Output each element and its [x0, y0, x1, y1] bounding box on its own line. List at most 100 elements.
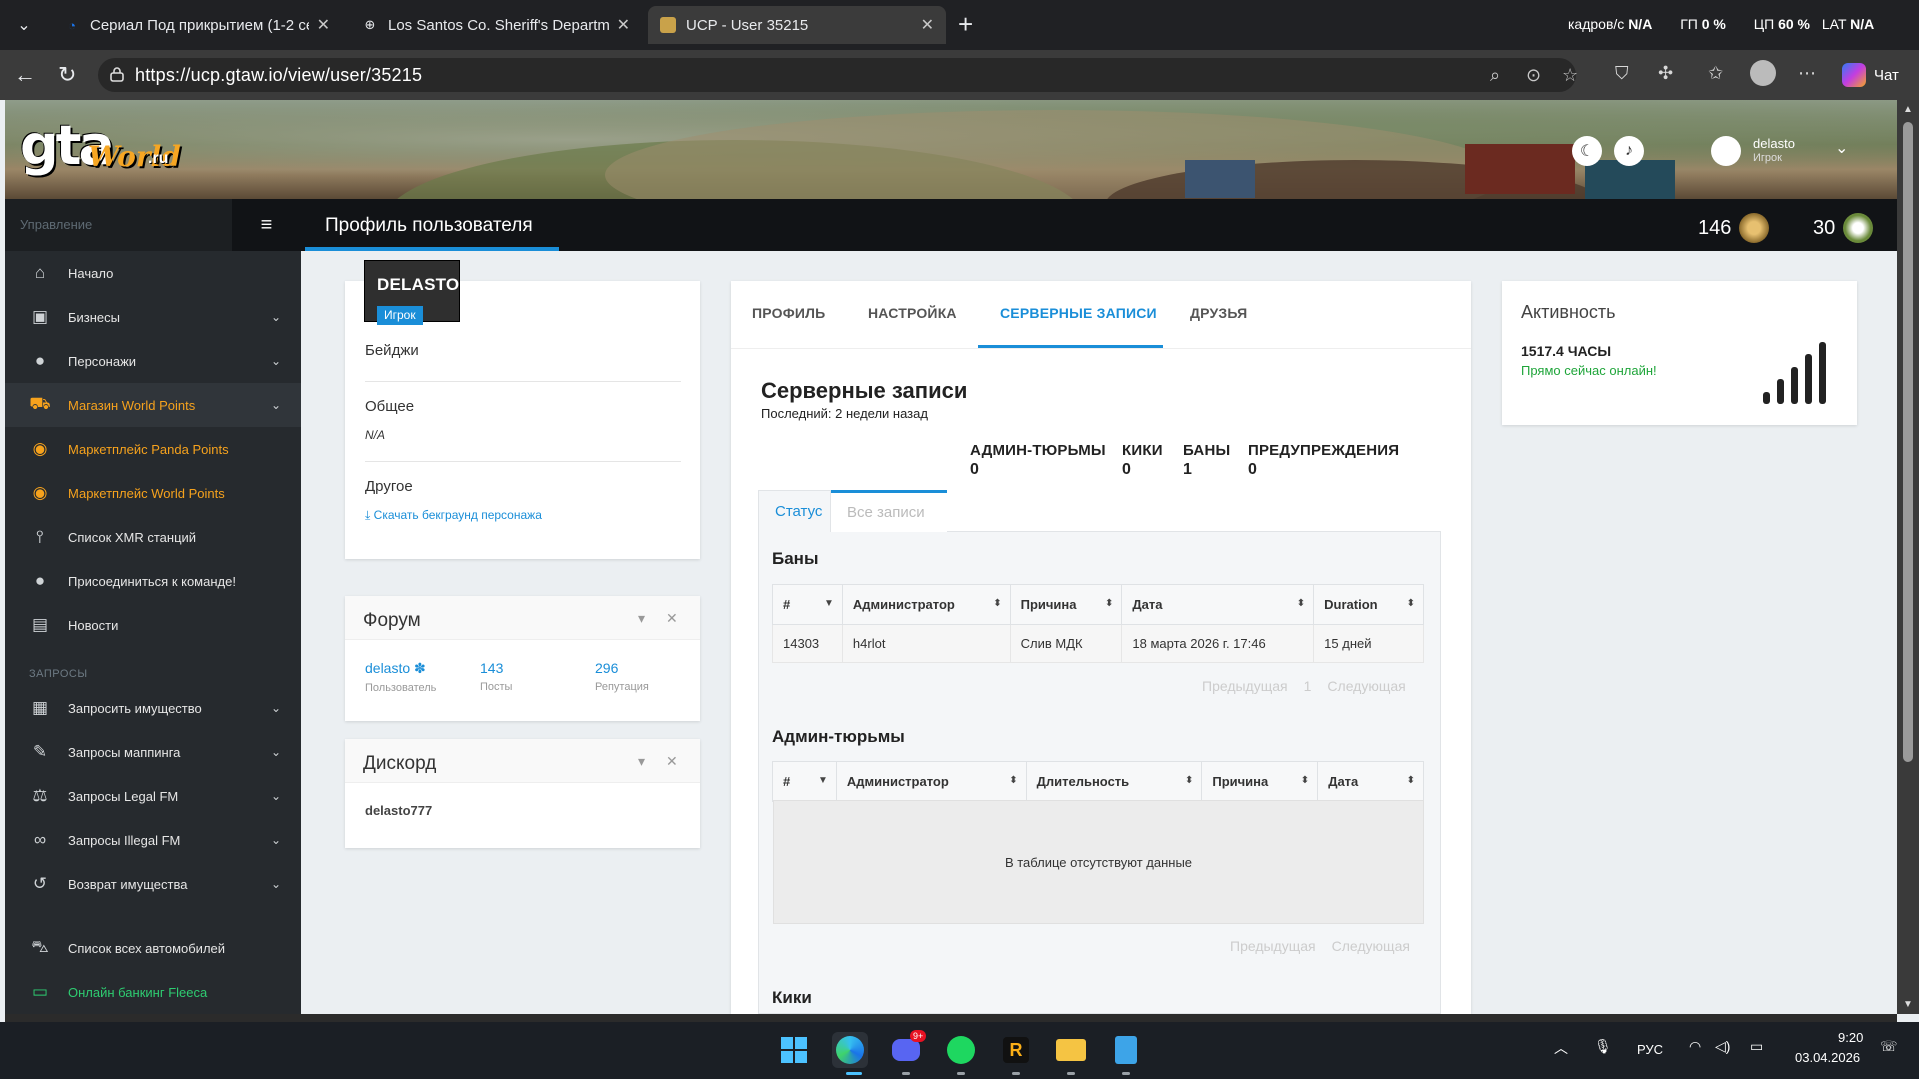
role-badge: Игрок — [377, 306, 423, 325]
clock-time[interactable]: 9:20 — [1838, 1030, 1863, 1045]
reload-button[interactable]: ↻ — [58, 62, 76, 88]
sidebar-item-refund[interactable]: ↺ Возврат имущества ⌄ — [5, 862, 301, 906]
sidebar-item-home[interactable]: ⌂ Начало — [5, 251, 301, 295]
profile-avatar-icon[interactable] — [1750, 60, 1776, 86]
battery-icon[interactable]: ▭ — [1750, 1038, 1763, 1055]
sort-icon: ⬍ — [1105, 598, 1114, 609]
tray-overflow-icon[interactable]: ︿ — [1554, 1038, 1568, 1058]
close-icon[interactable]: ✕ — [317, 15, 330, 35]
forum-user[interactable]: delasto ✽ Пользователь — [365, 660, 436, 694]
copilot-chat-button[interactable]: Чат — [1836, 60, 1909, 90]
browser-tab-sheriff[interactable]: ⊕ Los Santos Co. Sheriff's Department ✕ — [350, 6, 642, 44]
sidebar-item-businesses[interactable]: ▣ Бизнесы ⌄ — [5, 295, 301, 339]
bans-table: # ▼ Администратор ⬍ Причина ⬍ Дата ⬍ Duratio… — [772, 584, 1424, 663]
next-page-button[interactable]: Следующая — [1319, 674, 1413, 698]
scroll-up-icon[interactable]: ▲ — [1903, 104, 1913, 115]
microphone-icon[interactable]: 🎙 — [1594, 1038, 1612, 1055]
column-header-admin[interactable]: Администратор ⬍ — [835, 761, 1027, 802]
count-warnings: ПРЕДУПРЕЖДЕНИЯ 0 — [1248, 442, 1400, 478]
sidebar-item-illegal-fm[interactable]: ∞ Запросы Illegal FM ⌄ — [5, 818, 301, 862]
volume-icon[interactable]: ◁) — [1715, 1038, 1730, 1055]
column-header-reason[interactable]: Причина ⬍ — [1201, 761, 1319, 802]
prev-page-button[interactable]: Предыдущая — [1222, 934, 1324, 958]
tab-friends[interactable]: ДРУЗЬЯ — [1190, 305, 1247, 321]
notifications-button[interactable]: ♪ — [1614, 136, 1644, 166]
column-header-date[interactable]: Дата ⬍ — [1317, 761, 1424, 802]
new-tab-button[interactable]: + — [958, 10, 973, 38]
loading-favicon-icon: ◔ — [68, 17, 76, 33]
tab-server-records[interactable]: СЕРВЕРНЫЕ ЗАПИСИ — [1000, 305, 1157, 321]
edge-taskbar-button[interactable] — [832, 1032, 868, 1068]
vertical-scrollbar[interactable]: ▲ ▼ — [1897, 100, 1919, 1014]
subtab-all-records[interactable]: Все записи — [831, 490, 947, 532]
shield-icon[interactable]: ⛉ — [1615, 63, 1629, 84]
collapse-icon[interactable]: ▾ — [638, 753, 645, 770]
scrollbar-thumb[interactable] — [1903, 122, 1913, 762]
sidebar-item-join-team[interactable]: ● Присоединиться к команде! — [5, 559, 301, 603]
address-bar[interactable]: https://ucp.gtaw.io/view/user/35215 ⌕ ⊙ … — [98, 58, 1578, 92]
sidebar-item-vehicles[interactable]: ⛍ Список всех автомобилей — [5, 926, 301, 970]
dark-mode-toggle[interactable]: ☾ — [1572, 136, 1602, 166]
sidebar-item-request-property[interactable]: ▦ Запросить имущество ⌄ — [5, 686, 301, 730]
column-header-length[interactable]: Длительность ⬍ — [1025, 761, 1203, 802]
input-language[interactable]: РУС — [1637, 1042, 1663, 1057]
column-header-admin[interactable]: Администратор ⬍ — [841, 584, 1011, 625]
gta-world-logo[interactable]: gta World .ru — [20, 110, 181, 188]
prev-page-button[interactable]: Предыдущая — [1194, 674, 1296, 698]
browser-tab-serial[interactable]: ◔ Сериал Под прикрытием (1-2 сезон) ✕ — [52, 6, 342, 44]
sidebar-item-mapping[interactable]: ✎ Запросы маппинга ⌄ — [5, 730, 301, 774]
tab-settings[interactable]: НАСТРОЙКА — [868, 305, 957, 321]
records-title: Серверные записи — [761, 378, 968, 403]
close-icon[interactable]: ✕ — [666, 610, 678, 627]
wifi-icon[interactable]: ◠ — [1689, 1038, 1701, 1055]
back-button[interactable]: ← — [14, 62, 36, 88]
extensions-icon[interactable]: ✣ — [1658, 63, 1673, 84]
sidebar-item-wp-shop[interactable]: ⛟ Магазин World Points ⌄ — [5, 383, 301, 427]
rockstar-taskbar-button[interactable]: R — [998, 1032, 1034, 1068]
clock-date[interactable]: 03.04.2026 — [1795, 1050, 1860, 1065]
menu-dots-icon[interactable]: ⋯ — [1798, 63, 1816, 84]
running-indicator — [902, 1072, 910, 1075]
windows-logo-icon — [781, 1037, 807, 1063]
scroll-down-icon[interactable]: ▼ — [1903, 999, 1913, 1010]
next-page-button[interactable]: Следующая — [1324, 934, 1418, 958]
page-title: Профиль пользователя — [325, 215, 533, 236]
sidebar-item-wp-market[interactable]: ◉ Маркетплейс World Points — [5, 471, 301, 515]
sidebar-toggle-button[interactable]: ≡ — [232, 199, 301, 251]
sidebar-item-news[interactable]: ▤ Новости — [5, 603, 301, 647]
tab-profile[interactable]: ПРОФИЛЬ — [752, 305, 825, 321]
page-number[interactable]: 1 — [1296, 674, 1320, 698]
sidebar-item-characters[interactable]: ● Персонажи ⌄ — [5, 339, 301, 383]
start-button[interactable] — [776, 1032, 812, 1068]
column-header-date[interactable]: Дата ⬍ — [1121, 584, 1315, 625]
sidebar-item-legal-fm[interactable]: ⚖ Запросы Legal FM ⌄ — [5, 774, 301, 818]
download-background-link[interactable]: ⤓ Скачать бекграунд персонажа — [365, 508, 542, 523]
subtab-status[interactable]: Статус — [758, 490, 831, 532]
column-header-id[interactable]: # ▼ — [772, 761, 837, 802]
notepad-taskbar-button[interactable] — [1108, 1032, 1144, 1068]
close-icon[interactable]: ✕ — [921, 15, 934, 35]
discord-taskbar-button[interactable]: 9+ — [888, 1030, 927, 1068]
column-header-reason[interactable]: Причина ⬍ — [1009, 584, 1123, 625]
favorites-icon[interactable]: ✩ — [1708, 63, 1723, 84]
activity-hours: 1517.4 ЧАСЫ — [1521, 343, 1612, 359]
sidebar-item-fleeca[interactable]: ▭ Онлайн банкинг Fleeca — [5, 970, 301, 1014]
kicks-heading: Кики — [772, 988, 812, 1007]
spotify-taskbar-button[interactable] — [943, 1032, 979, 1068]
close-icon[interactable]: ✕ — [666, 753, 678, 770]
zoom-icon[interactable]: ⌕ — [1490, 65, 1500, 86]
sidebar-section-management: Управление — [20, 217, 93, 232]
close-icon[interactable]: ✕ — [617, 15, 630, 35]
star-icon[interactable]: ☆ — [1562, 65, 1578, 86]
collapse-icon[interactable]: ▾ — [638, 610, 645, 627]
explorer-taskbar-button[interactable] — [1053, 1032, 1089, 1068]
column-header-id[interactable]: # ▼ — [772, 584, 843, 625]
column-header-duration[interactable]: Duration ⬍ — [1313, 584, 1424, 625]
sidebar-item-xmr[interactable]: ⫯ Список XMR станций — [5, 515, 301, 559]
notification-center-icon[interactable]: ☏ — [1880, 1038, 1898, 1055]
tab-actions-menu[interactable]: ⌄ — [6, 8, 42, 42]
browser-toolbar: ← ↻ https://ucp.gtaw.io/view/user/35215 … — [0, 50, 1919, 100]
browser-tab-ucp[interactable]: UCP - User 35215 ✕ — [648, 6, 946, 44]
more-tools-icon[interactable]: ⊙ — [1526, 65, 1541, 86]
sidebar-item-panda-market[interactable]: ◉ Маркетплейс Panda Points — [5, 427, 301, 471]
